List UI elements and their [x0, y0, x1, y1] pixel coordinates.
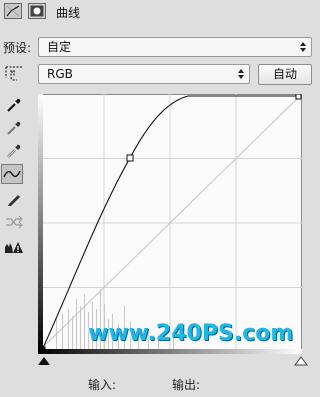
smooth-icon — [3, 212, 25, 232]
output-label: 输出: — [172, 378, 201, 392]
eyedropper-white-icon[interactable] — [3, 141, 25, 161]
preset-label: 预设: — [3, 41, 32, 55]
preset-select[interactable]: 自定 — [38, 37, 312, 57]
channel-value: RGB — [47, 67, 73, 81]
mask-icon[interactable] — [28, 3, 46, 19]
curve-control-point[interactable] — [126, 154, 134, 162]
curve-point-icon[interactable] — [1, 164, 23, 184]
curves-adjustment-icon[interactable] — [4, 3, 22, 19]
pencil-icon[interactable] — [3, 189, 25, 209]
channel-select[interactable]: RGB — [38, 64, 250, 84]
preset-value: 自定 — [47, 40, 72, 54]
select-arrows-icon — [238, 69, 244, 79]
eyedropper-black-icon[interactable] — [3, 95, 25, 115]
eyedropper-gray-icon[interactable] — [3, 118, 25, 138]
curve-endpoint-white[interactable] — [295, 94, 302, 100]
clipping-warning-icon[interactable] — [3, 237, 25, 257]
output-gradient-bar — [38, 94, 43, 352]
input-gradient-bar — [38, 349, 302, 354]
watermark-text: www.240PS.com — [88, 321, 294, 346]
on-image-adjust-icon[interactable] — [3, 64, 25, 82]
input-label: 输入: — [88, 378, 117, 392]
black-point-slider[interactable] — [37, 356, 51, 366]
curve-canvas[interactable] — [38, 94, 302, 352]
select-arrows-icon — [300, 42, 306, 52]
auto-button[interactable]: 自动 — [258, 64, 312, 85]
white-point-slider[interactable] — [294, 356, 308, 366]
panel-title: 曲线 — [56, 6, 81, 20]
